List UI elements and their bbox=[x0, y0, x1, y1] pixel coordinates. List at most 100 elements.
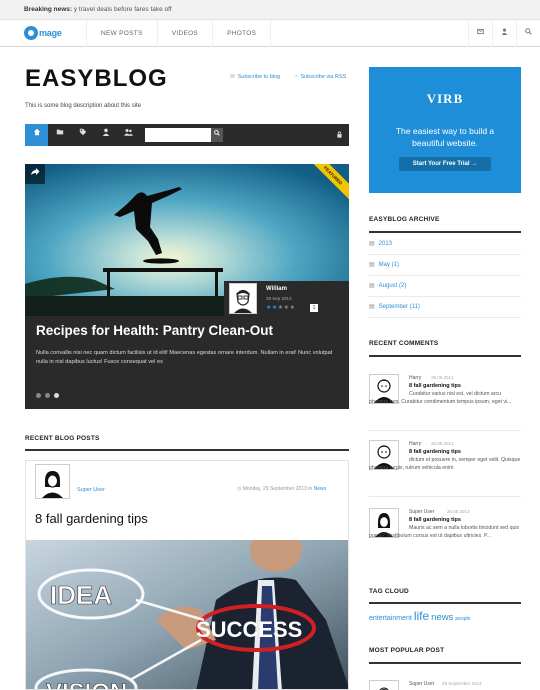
rating-count: 1 bbox=[310, 304, 318, 312]
comment-post-title[interactable]: 8 fall gardening tips bbox=[409, 449, 461, 455]
site-logo[interactable]: mage bbox=[24, 26, 62, 40]
post-title[interactable]: 8 fall gardening tips bbox=[35, 511, 148, 526]
archive-label: May (1) bbox=[378, 262, 400, 268]
login-icon[interactable] bbox=[468, 20, 492, 47]
user-icon[interactable] bbox=[492, 20, 516, 47]
popular-heading: MOST POPULAR POST bbox=[369, 647, 445, 654]
archive-label: August (2) bbox=[378, 283, 407, 289]
home-icon[interactable] bbox=[25, 124, 48, 146]
breaking-news-bar: Breaking news: y travel deals before far… bbox=[0, 0, 540, 20]
comment-post-title[interactable]: 8 fall gardening tips bbox=[409, 517, 461, 523]
subscribe-blog-link[interactable]: ✉ Subscribe to blog bbox=[230, 74, 280, 80]
subscribe-rss-link[interactable]: ◔ Subscribe via RSS bbox=[294, 74, 346, 80]
image-word-idea: IDEA bbox=[50, 580, 112, 610]
archive-item-may[interactable]: ▤ May (1) bbox=[369, 255, 521, 276]
comment-date: 26.09.2013 bbox=[431, 441, 454, 446]
clock-icon: ◷ bbox=[237, 486, 242, 492]
envelope-icon: ✉ bbox=[230, 74, 235, 80]
nav-videos[interactable]: VIDEOS bbox=[156, 20, 212, 47]
archive-label: September (11) bbox=[378, 304, 420, 310]
comment-item[interactable]: Harry 29.09.2013 8 fall gardening tips C… bbox=[369, 374, 521, 424]
rating-stars[interactable]: ★★★★★ bbox=[266, 304, 295, 311]
ad-cta-button[interactable]: Start Your Free Trial → bbox=[399, 157, 491, 171]
virb-ad[interactable]: VIRB The easiest way to build a beautifu… bbox=[369, 67, 521, 193]
tag-entertainment[interactable]: entertainment bbox=[369, 615, 412, 622]
comments-heading: RECENT COMMENTS bbox=[369, 340, 439, 347]
popular-author[interactable]: Super User bbox=[409, 681, 434, 687]
archive-item-september[interactable]: ▤ September (11) bbox=[369, 297, 521, 318]
comment-author[interactable]: Harry bbox=[409, 375, 421, 381]
blog-description: This is some blog description about this… bbox=[25, 103, 142, 109]
users-icon[interactable] bbox=[117, 124, 140, 146]
comment-item[interactable]: Harry 26.09.2013 8 fall gardening tips d… bbox=[369, 440, 521, 490]
nav-links: NEW POSTS VIDEOS PHOTOS bbox=[86, 20, 272, 47]
search-icon[interactable] bbox=[516, 20, 540, 47]
slider-dot[interactable] bbox=[54, 393, 59, 398]
nav-new-posts[interactable]: NEW POSTS bbox=[86, 20, 157, 47]
tag-life[interactable]: life bbox=[414, 609, 429, 623]
tag-news[interactable]: news bbox=[431, 612, 453, 623]
avatar[interactable] bbox=[229, 283, 257, 314]
breaking-news-label: Breaking news: bbox=[24, 6, 73, 13]
search-icon[interactable] bbox=[211, 128, 223, 142]
ad-brand: VIRB bbox=[426, 91, 464, 106]
top-nav: mage NEW POSTS VIDEOS PHOTOS bbox=[0, 20, 540, 47]
recent-posts-heading: RECENT BLOG POSTS bbox=[25, 435, 100, 442]
calendar-icon: ▤ bbox=[369, 304, 375, 310]
tag-icon[interactable] bbox=[71, 124, 94, 146]
star-icon[interactable]: ★ bbox=[290, 305, 296, 311]
comment-divider bbox=[369, 496, 521, 497]
subscribe-blog-label: Subscribe to blog bbox=[237, 74, 281, 80]
popular-divider bbox=[369, 662, 521, 664]
comment-author[interactable]: Harry bbox=[409, 441, 421, 447]
nav-photos[interactable]: PHOTOS bbox=[212, 20, 272, 47]
tag-cloud: entertainment life news people bbox=[369, 609, 472, 623]
calendar-icon: ▤ bbox=[369, 283, 375, 289]
image-word-vision: VISION bbox=[46, 679, 127, 690]
comment-text: dictum et posuere in, semper eget velit.… bbox=[369, 457, 521, 471]
blog-toolbar bbox=[25, 124, 349, 146]
post-category[interactable]: News bbox=[314, 486, 327, 492]
popular-date: 29 September 2013 bbox=[442, 681, 482, 686]
archive-label: 2013 bbox=[378, 241, 393, 247]
featured-author-name[interactable]: William bbox=[266, 286, 287, 292]
subscribe-rss-label: Subscribe via RSS bbox=[300, 74, 347, 80]
post-date: Monday, 29 September 2013 bbox=[242, 486, 307, 492]
tag-cloud-heading: TAG CLOUD bbox=[369, 588, 409, 595]
folder-icon[interactable] bbox=[48, 124, 71, 146]
archive-item-2013[interactable]: ▤ 2013 bbox=[369, 234, 521, 255]
comment-text: Mauris ac sem a nulla lobortis tincidunt… bbox=[369, 525, 520, 539]
ad-tagline: The easiest way to build a beautiful web… bbox=[395, 126, 495, 148]
avatar[interactable] bbox=[35, 464, 70, 499]
avatar[interactable] bbox=[369, 680, 399, 690]
archive-item-august[interactable]: ▤ August (2) bbox=[369, 276, 521, 297]
post-author[interactable]: Super User bbox=[77, 487, 105, 493]
comment-post-title[interactable]: 8 fall gardening tips bbox=[409, 383, 461, 389]
slider-dots bbox=[36, 393, 63, 398]
comment-author[interactable]: Super User bbox=[409, 509, 434, 515]
featured-author-box: William 29 Sep 2013 ★★★★★ 1 bbox=[224, 281, 349, 316]
nav-icons bbox=[468, 20, 540, 47]
breaking-news-text[interactable]: y travel deals before fares take off bbox=[74, 6, 172, 13]
recent-posts-divider bbox=[25, 449, 349, 451]
user-icon[interactable] bbox=[94, 124, 117, 146]
slider-dot[interactable] bbox=[45, 393, 50, 398]
lock-icon[interactable] bbox=[336, 131, 343, 140]
tag-people[interactable]: people bbox=[455, 616, 470, 622]
featured-slider[interactable]: FEATURED William 29 Sep 2013 ★★★★★ 1 Rec… bbox=[25, 164, 349, 409]
comment-text: Curabitur varius nisl est, vel dictum ar… bbox=[369, 391, 512, 405]
comment-date: 29.09.2013 bbox=[431, 375, 454, 380]
comment-item[interactable]: Super User 26.09.2013 8 fall gardening t… bbox=[369, 508, 521, 558]
toolbar-search-input[interactable] bbox=[145, 128, 211, 142]
featured-title[interactable]: Recipes for Health: Pantry Clean-Out bbox=[36, 323, 273, 338]
archive-divider bbox=[369, 231, 521, 233]
featured-excerpt: Nulla convallis nisi nec quam dictum fac… bbox=[36, 350, 333, 365]
rss-icon: ◔ bbox=[294, 74, 298, 80]
slider-dot[interactable] bbox=[36, 393, 41, 398]
subscribe-links: ✉ Subscribe to blog ◔ Subscribe via RSS bbox=[230, 74, 360, 80]
calendar-icon: ▤ bbox=[369, 262, 375, 268]
featured-date: 29 Sep 2013 bbox=[266, 296, 292, 301]
post-image[interactable]: IDEA SUCCESS VISION bbox=[26, 540, 349, 690]
share-icon[interactable] bbox=[25, 164, 45, 184]
comment-divider bbox=[369, 430, 521, 431]
